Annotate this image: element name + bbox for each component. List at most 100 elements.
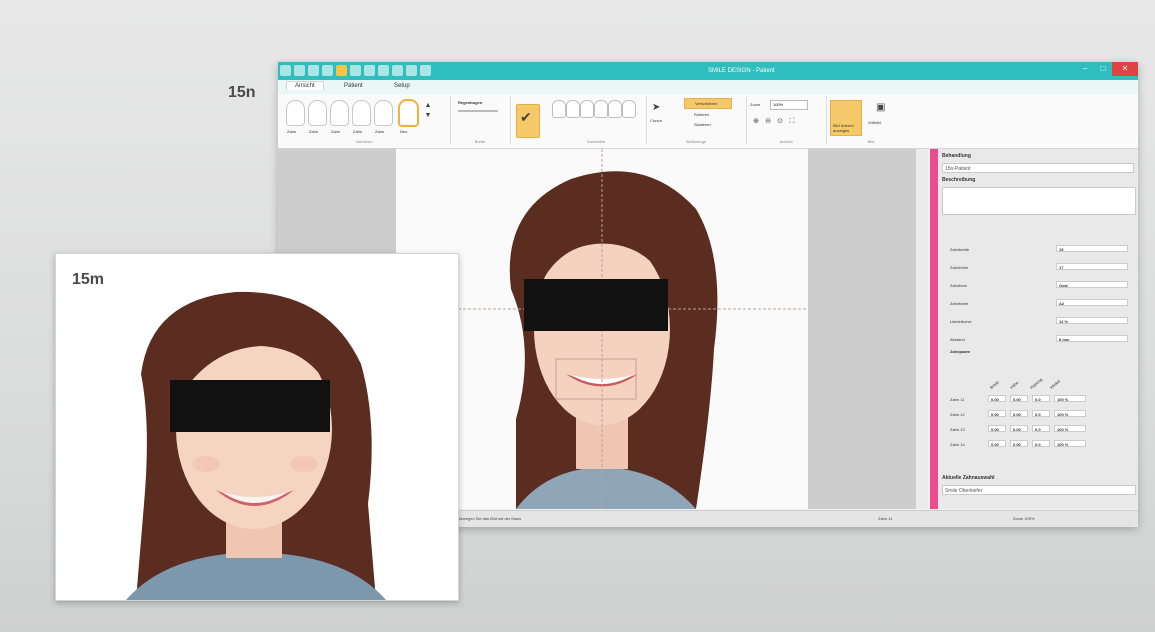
check-icon: ✔: [520, 109, 532, 125]
chevron-up-icon[interactable]: ▲: [424, 102, 432, 110]
tooth-row-value[interactable]: 0.00: [988, 440, 1006, 447]
export-image-button[interactable]: Bild fixieren anzeigen: [830, 100, 862, 136]
tooth-row-value[interactable]: 0.0: [1032, 440, 1050, 447]
tooth-row-value[interactable]: 0.00: [988, 425, 1006, 432]
param-label: Zahnhöhe: [950, 265, 969, 270]
row-tooth-6[interactable]: [622, 100, 636, 118]
print-icon[interactable]: [406, 65, 417, 76]
grid-icon[interactable]: [378, 65, 389, 76]
panel-collapse-bar[interactable]: [930, 149, 938, 509]
row-tooth-3[interactable]: [580, 100, 594, 118]
properties-panel: Behandlung 15n-Patient Beschreibung Zahn…: [930, 149, 1138, 509]
fullscreen-label: Vollbild: [868, 120, 881, 125]
app-menu-icon[interactable]: [280, 65, 291, 76]
tooth-row-label: Zahn 13: [950, 427, 965, 432]
group-label-tooth-row: Zahnreihe: [586, 139, 605, 144]
param-value[interactable]: 15: [1056, 245, 1128, 252]
tooth-row-value[interactable]: 100 %: [1054, 440, 1086, 447]
param-label: Abstand: [950, 337, 965, 342]
tooth-row-label: Zahn 12: [950, 412, 965, 417]
tooth-shape-4[interactable]: [352, 100, 371, 126]
row-tooth-5[interactable]: [608, 100, 622, 118]
tool-scale[interactable]: Skalieren: [694, 122, 711, 127]
vertical-scrollbar[interactable]: [916, 149, 928, 509]
tab-patient[interactable]: Patient: [336, 82, 371, 90]
tooth-label-4: Zahn: [353, 129, 363, 134]
zoom-out-icon[interactable]: ⊖: [764, 118, 772, 126]
redo-icon[interactable]: [322, 65, 333, 76]
zoom-fit-icon[interactable]: ⊙: [776, 118, 784, 126]
minimize-icon[interactable]: –: [1076, 62, 1094, 76]
tooth-shape-1[interactable]: [286, 100, 305, 126]
group-tooth-row: Zahnreihe: [546, 96, 647, 144]
tooth-label-2: Zahn: [309, 129, 319, 134]
tooth-row-value[interactable]: 0.00: [988, 395, 1006, 402]
scale-icon[interactable]: [364, 65, 375, 76]
column-head: Höhe: [1008, 380, 1020, 390]
window-title: SMILE DESIGN - Patient: [708, 68, 775, 74]
tooth-shape-selected[interactable]: [398, 99, 419, 127]
param-value[interactable]: 17: [1056, 263, 1128, 270]
tooth-row-value[interactable]: 0.00: [1010, 395, 1028, 402]
close-icon[interactable]: ✕: [1112, 62, 1138, 76]
row-tooth-2[interactable]: [566, 100, 580, 118]
tab-ansicht[interactable]: Ansicht: [286, 81, 324, 90]
tooth-row-value[interactable]: 100 %: [1054, 410, 1086, 417]
tool-move[interactable]: Verschieben: [684, 98, 732, 109]
figure-label-15m: 15m: [72, 271, 105, 288]
group-label-tools: Werkzeuge: [685, 139, 707, 144]
tooth-shape-2[interactable]: [308, 100, 327, 126]
tab-setup[interactable]: Setup: [386, 82, 418, 90]
camera-icon[interactable]: [392, 65, 403, 76]
group-tooth-shape: Zahn Zahn Zahn Zahn Zahn Neu ▲ ▼ Zahnfor…: [278, 96, 451, 144]
zoom-label: Zoom: [750, 102, 761, 107]
tooth-row-value[interactable]: 0.00: [1010, 440, 1028, 447]
tooth-row-value[interactable]: 0.0: [1032, 410, 1050, 417]
fullscreen-icon[interactable]: ▣: [876, 103, 885, 113]
tool-move-label: Verschieben: [695, 101, 718, 106]
zoom-in-icon[interactable]: ⊕: [752, 118, 760, 126]
tooth-shape-3[interactable]: [330, 100, 349, 126]
param-label: Zahnfarbe: [950, 301, 969, 306]
description-field[interactable]: [942, 187, 1136, 215]
rotate-icon[interactable]: [350, 65, 361, 76]
censor-bar: [524, 279, 668, 331]
current-selection-select[interactable]: Smile Oberkiefer: [942, 485, 1136, 495]
zoom-select[interactable]: 100%: [770, 100, 808, 110]
group-tools: ➤ Cursor Verschieben Rotieren Skalieren …: [646, 96, 747, 144]
row-tooth-4[interactable]: [594, 100, 608, 118]
maximize-icon[interactable]: □: [1094, 62, 1112, 76]
tooth-row-value[interactable]: 0.00: [1010, 410, 1028, 417]
param-label: Lächelkurve: [950, 319, 972, 324]
set-teeth-button[interactable]: ✔: [516, 104, 540, 138]
undo-icon[interactable]: [308, 65, 319, 76]
cursor-label: Cursor: [650, 118, 663, 123]
tooth-shape-5[interactable]: [374, 100, 393, 126]
tooth-row-value[interactable]: 100 %: [1054, 425, 1086, 432]
tooth-row-value[interactable]: 100 %: [1054, 395, 1086, 402]
param-value[interactable]: Oval: [1056, 281, 1128, 288]
param-value[interactable]: 8 mm: [1056, 335, 1128, 342]
row-tooth-1[interactable]: [552, 100, 566, 118]
tooth-pairs-label: Zahnpaare: [950, 349, 971, 354]
tooth-row-value[interactable]: 0.0: [1032, 425, 1050, 432]
tooth-row-value[interactable]: 0.0: [1032, 395, 1050, 402]
treatment-name-field[interactable]: 15n-Patient: [942, 163, 1134, 173]
param-value[interactable]: A2: [1056, 299, 1128, 306]
group-label-tooth-shape: Zahnform: [355, 139, 373, 144]
tooth-row-value[interactable]: 0.00: [1010, 425, 1028, 432]
fit-screen-icon[interactable]: ⛶: [788, 118, 796, 126]
chevron-down-icon[interactable]: ▼: [424, 112, 432, 120]
width-slider[interactable]: [458, 110, 498, 112]
tooth-label-1: Zahn: [287, 129, 297, 134]
save-icon[interactable]: [294, 65, 305, 76]
tooth-row-value[interactable]: 0.00: [988, 410, 1006, 417]
quick-access-toolbar: [280, 65, 431, 76]
param-value[interactable]: 12 %: [1056, 317, 1128, 324]
panel-title: Behandlung: [942, 153, 971, 159]
dropdown-icon[interactable]: [420, 65, 431, 76]
cursor-icon[interactable]: ➤: [652, 103, 660, 113]
tool-rotate[interactable]: Rotieren: [694, 112, 709, 117]
move-icon[interactable]: [336, 65, 347, 76]
figure-label-15n: 15n: [228, 84, 256, 101]
